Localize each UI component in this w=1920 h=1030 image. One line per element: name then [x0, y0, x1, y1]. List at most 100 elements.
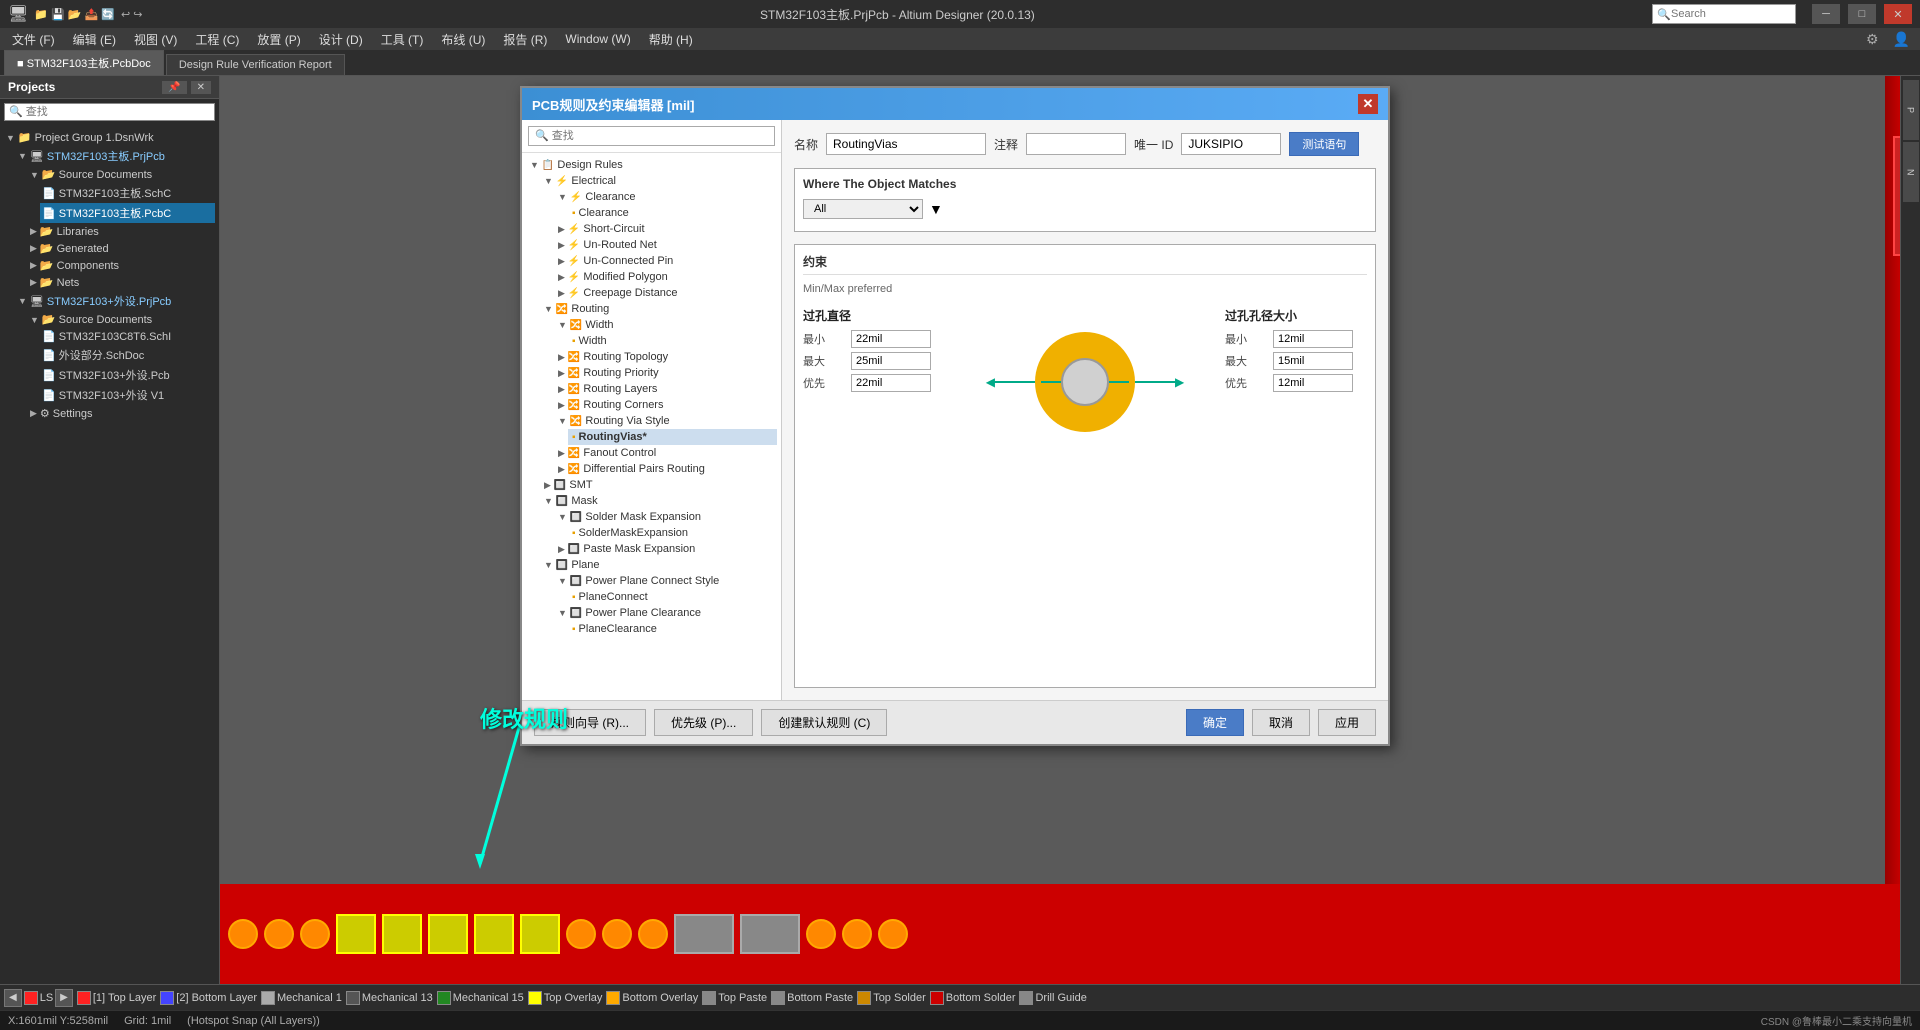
tree-electrical[interactable]: ▼ ⚡ Electrical [540, 173, 777, 189]
tree-pcb-file[interactable]: 📄STM32F103主板.PcbC [40, 203, 215, 223]
layer-top-overlay[interactable]: Top Overlay [528, 991, 603, 1005]
tree-width-item[interactable]: ▪ Width [568, 333, 777, 349]
via-min-input[interactable] [851, 330, 931, 348]
via-max-input[interactable] [851, 352, 931, 370]
tree-ext-v1[interactable]: 📄STM32F103+外设 V1 [40, 385, 215, 405]
dialog-close-button[interactable]: ✕ [1358, 94, 1378, 114]
tree-plane-clearance-item[interactable]: ▪ PlaneClearance [568, 621, 777, 637]
menu-place[interactable]: 放置 (P) [249, 29, 308, 50]
menu-design[interactable]: 设计 (D) [311, 29, 371, 50]
layer-top-solder[interactable]: Top Solder [857, 991, 926, 1005]
tree-ext-pcb[interactable]: 📄STM32F103+外设.Pcb [40, 365, 215, 385]
tree-ext-sch1[interactable]: 📄STM32F103C8T6.SchI [40, 328, 215, 345]
tree-clearance-item[interactable]: ▪ Clearance [568, 205, 777, 221]
menu-window[interactable]: Window (W) [557, 30, 638, 48]
create-default-button[interactable]: 创建默认规则 (C) [761, 709, 887, 736]
tree-plane-clearance[interactable]: ▼ 🔲 Power Plane Clearance [554, 605, 777, 621]
tree-source-docs[interactable]: ▼📂Source Documents [28, 166, 215, 183]
sidebar-nav-btn[interactable]: N [1903, 142, 1919, 202]
tree-project-group[interactable]: ▼ 📁 Project Group 1.DsnWrk [4, 129, 215, 146]
tree-ext-src[interactable]: ▼📂Source Documents [28, 311, 215, 328]
tree-ext-sch2[interactable]: 📄外设部分.SchDoc [40, 345, 215, 365]
maximize-button[interactable]: □ [1848, 4, 1876, 24]
tree-routing-vias[interactable]: ▪ RoutingVias* [568, 429, 777, 445]
sidebar-properties-btn[interactable]: P [1903, 80, 1919, 140]
account-icon[interactable]: 👤 [1887, 31, 1916, 48]
tree-plane-connect[interactable]: ▼ 🔲 Power Plane Connect Style [554, 573, 777, 589]
tab-pcbdoc[interactable]: ■ STM32F103主板.PcbDoc [4, 50, 164, 75]
layer-top[interactable]: [1] Top Layer [77, 991, 156, 1005]
layer-drill-guide[interactable]: Drill Guide [1019, 991, 1086, 1005]
layer-left-btn[interactable]: ◀ [4, 989, 22, 1007]
tree-plane-connect-item[interactable]: ▪ PlaneConnect [568, 589, 777, 605]
layer-bottom[interactable]: [2] Bottom Layer [160, 991, 257, 1005]
hole-max-input[interactable] [1273, 352, 1353, 370]
priority-button[interactable]: 优先级 (P)... [654, 709, 753, 736]
menu-edit[interactable]: 编辑 (E) [65, 29, 124, 50]
cancel-button[interactable]: 取消 [1252, 709, 1310, 736]
tree-routing-priority[interactable]: ▶ 🔀 Routing Priority [554, 365, 777, 381]
tree-routing-topology[interactable]: ▶ 🔀 Routing Topology [554, 349, 777, 365]
menu-route[interactable]: 布线 (U) [433, 29, 493, 50]
layer-mech1[interactable]: Mechanical 1 [261, 991, 342, 1005]
hole-preferred-input[interactable] [1273, 374, 1353, 392]
tree-ext-project[interactable]: ▼🖥STM32F103+外设.PrjPcb [16, 291, 215, 311]
tree-fanout[interactable]: ▶ 🔀 Fanout Control [554, 445, 777, 461]
tree-modified-polygon[interactable]: ▶ ⚡ Modified Polygon [554, 269, 777, 285]
apply-button[interactable]: 应用 [1318, 709, 1376, 736]
menu-tools[interactable]: 工具 (T) [373, 29, 432, 50]
tree-main-project[interactable]: ▼ 🖥 STM32F103主板.PrjPcb [16, 146, 215, 166]
tree-diff-pairs[interactable]: ▶ 🔀 Differential Pairs Routing [554, 461, 777, 477]
tree-routing-corners[interactable]: ▶ 🔀 Routing Corners [554, 397, 777, 413]
ok-button[interactable]: 确定 [1186, 709, 1244, 736]
tree-nets[interactable]: ▶📂Nets [28, 274, 215, 291]
test-query-button[interactable]: 测试语句 [1289, 132, 1359, 156]
layer-mech15[interactable]: Mechanical 15 [437, 991, 524, 1005]
tab-drc[interactable]: Design Rule Verification Report [166, 54, 345, 75]
layer-right-btn[interactable]: ▶ [55, 989, 73, 1007]
pcb-canvas[interactable]: 修改规则 PCB规则及约束编辑器 [mil] ✕ [220, 76, 1920, 984]
settings-icon[interactable]: ⚙ [1860, 31, 1885, 48]
tree-unconnected-pin[interactable]: ▶ ⚡ Un-Connected Pin [554, 253, 777, 269]
via-preferred-input[interactable] [851, 374, 931, 392]
comment-input[interactable] [1026, 133, 1126, 155]
tree-generated[interactable]: ▶📂Generated [28, 240, 215, 257]
left-panel-search-input[interactable] [4, 103, 215, 121]
tree-clearance[interactable]: ▼ ⚡ Clearance [554, 189, 777, 205]
tree-un-routed[interactable]: ▶ ⚡ Un-Routed Net [554, 237, 777, 253]
unique-id-input[interactable] [1181, 133, 1281, 155]
tree-plane[interactable]: ▼ 🔲 Plane [540, 557, 777, 573]
tree-settings[interactable]: ▶⚙Settings [28, 405, 215, 422]
left-panel-pin[interactable]: 📌 [162, 81, 186, 94]
title-search[interactable]: 🔍 [1652, 4, 1796, 24]
tree-design-rules[interactable]: ▼ 📋 Design Rules [526, 157, 777, 173]
layer-mech13[interactable]: Mechanical 13 [346, 991, 433, 1005]
close-button[interactable]: ✕ [1884, 4, 1912, 24]
tree-solder-mask[interactable]: ▼ 🔲 Solder Mask Expansion [554, 509, 777, 525]
menu-report[interactable]: 报告 (R) [495, 29, 555, 50]
where-dropdown-icon[interactable]: ▼ [929, 201, 943, 217]
tree-libraries[interactable]: ▶📂Libraries [28, 223, 215, 240]
tree-solder-expansion[interactable]: ▪ SolderMaskExpansion [568, 525, 777, 541]
tree-smt[interactable]: ▶ 🔲 SMT [540, 477, 777, 493]
layer-bottom-overlay[interactable]: Bottom Overlay [606, 991, 698, 1005]
title-search-input[interactable] [1671, 8, 1791, 20]
menu-view[interactable]: 视图 (V) [126, 29, 185, 50]
hole-min-input[interactable] [1273, 330, 1353, 348]
menu-file[interactable]: 文件 (F) [4, 29, 63, 50]
tree-width[interactable]: ▼ 🔀 Width [554, 317, 777, 333]
minimize-button[interactable]: ─ [1812, 4, 1840, 24]
tree-mask[interactable]: ▼ 🔲 Mask [540, 493, 777, 509]
tree-routing-via-style[interactable]: ▼ 🔀 Routing Via Style [554, 413, 777, 429]
rule-name-input[interactable] [826, 133, 986, 155]
menu-help[interactable]: 帮助 (H) [641, 29, 701, 50]
layer-top-paste[interactable]: Top Paste [702, 991, 767, 1005]
tree-short-circuit[interactable]: ▶ ⚡ Short-Circuit [554, 221, 777, 237]
where-select[interactable]: All [803, 199, 923, 219]
menu-project[interactable]: 工程 (C) [187, 29, 247, 50]
left-panel-close[interactable]: ✕ [191, 81, 211, 94]
tree-creepage[interactable]: ▶ ⚡ Creepage Distance [554, 285, 777, 301]
tree-paste-mask[interactable]: ▶ 🔲 Paste Mask Expansion [554, 541, 777, 557]
layer-bottom-solder[interactable]: Bottom Solder [930, 991, 1016, 1005]
layer-bottom-paste[interactable]: Bottom Paste [771, 991, 853, 1005]
